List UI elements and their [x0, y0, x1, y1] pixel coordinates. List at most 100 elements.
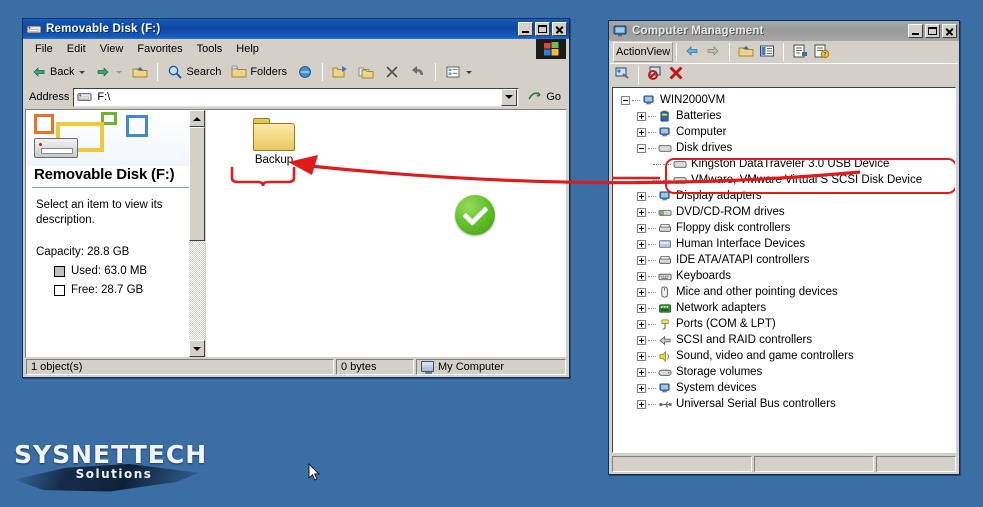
collapse-icon[interactable]	[637, 143, 646, 153]
free-swatch-icon	[54, 284, 65, 296]
cm-toolbar-secondary[interactable]	[610, 63, 958, 85]
cm-maximize-button[interactable]	[925, 24, 940, 38]
tree-node[interactable]: Human Interface Devices	[613, 236, 955, 252]
cm-up-one-level-button[interactable]	[738, 43, 754, 62]
scrollbar-thumb[interactable]	[189, 127, 205, 241]
cm-properties-icon[interactable]	[792, 43, 808, 62]
explorer-address-bar[interactable]: Address F:\ Go	[24, 85, 568, 109]
expand-icon[interactable]	[637, 207, 646, 217]
delete-button[interactable]	[380, 62, 404, 82]
list-item[interactable]: Backup	[236, 118, 312, 166]
explorer-maximize-button[interactable]	[535, 22, 550, 36]
tree-node[interactable]: IDE ATA/ATAPI controllers	[613, 252, 955, 268]
windows-flag-icon[interactable]	[536, 39, 566, 59]
expand-icon[interactable]	[637, 239, 646, 249]
expand-icon[interactable]	[637, 191, 646, 201]
up-button[interactable]	[128, 62, 152, 82]
tree-node[interactable]: Network adapters	[613, 300, 955, 316]
removable-disk-explorer-window[interactable]: Removable Disk (F:) File Edit View Favor…	[22, 18, 570, 378]
tree-node[interactable]: Storage volumes	[613, 364, 955, 380]
expand-icon[interactable]	[637, 351, 646, 361]
copy-to-button[interactable]	[354, 62, 378, 82]
expand-icon[interactable]	[637, 367, 646, 377]
collapse-icon[interactable]	[621, 95, 630, 105]
cm-forward-button[interactable]	[705, 43, 721, 62]
computer-management-titlebar[interactable]: Computer Management	[609, 21, 959, 41]
cm-menu-view[interactable]: View	[647, 46, 671, 58]
cm-menubar[interactable]: Action View ?	[610, 41, 958, 63]
expand-icon[interactable]	[637, 399, 646, 409]
uninstall-device-icon[interactable]	[647, 65, 663, 84]
back-button[interactable]: Back	[27, 62, 89, 82]
move-to-button[interactable]	[328, 62, 352, 82]
computer-management-window[interactable]: Computer Management Action View ? WIN200…	[608, 20, 960, 475]
scroll-down-button[interactable]	[189, 340, 205, 357]
undo-button[interactable]	[406, 62, 430, 82]
cm-toolbar[interactable]: ?	[680, 41, 833, 63]
file-list-pane[interactable]: Backup	[206, 110, 566, 357]
menu-tools[interactable]: Tools	[190, 41, 230, 57]
tree-node[interactable]: SCSI and RAID controllers	[613, 332, 955, 348]
views-dropdown-icon[interactable]	[466, 70, 473, 74]
explorer-minimize-button[interactable]	[518, 22, 533, 36]
forward-button[interactable]	[91, 62, 126, 82]
expand-icon[interactable]	[637, 303, 646, 313]
address-value[interactable]: F:\	[93, 91, 501, 103]
device-tree[interactable]: WIN2000VM Batteries Computer Disk drives Kin…	[612, 87, 956, 453]
expand-icon[interactable]	[637, 335, 646, 345]
tree-node[interactable]: System devices	[613, 380, 955, 396]
expand-icon[interactable]	[637, 255, 646, 265]
folders-button[interactable]: Folders	[227, 62, 291, 82]
back-dropdown-icon[interactable]	[79, 70, 86, 74]
cm-console-tree-icon[interactable]	[759, 43, 775, 62]
tree-node[interactable]: WIN2000VM	[613, 92, 955, 108]
tree-node[interactable]: Disk drives	[613, 140, 955, 156]
scan-hardware-icon[interactable]	[614, 65, 630, 84]
forward-dropdown-icon[interactable]	[116, 70, 123, 74]
expand-icon[interactable]	[637, 287, 646, 297]
tree-node[interactable]: Sound, video and game controllers	[613, 348, 955, 364]
task-pane-scrollbar[interactable]	[189, 110, 205, 357]
expand-icon[interactable]	[637, 319, 646, 329]
tree-connector	[648, 259, 656, 261]
explorer-titlebar[interactable]: Removable Disk (F:)	[23, 19, 569, 39]
tree-node[interactable]: Kingston DataTraveler 3.0 USB Device	[613, 156, 955, 172]
views-button[interactable]	[441, 62, 476, 82]
tree-node[interactable]: Floppy disk controllers	[613, 220, 955, 236]
menu-view[interactable]: View	[93, 41, 131, 57]
battery-icon	[658, 110, 673, 123]
go-button[interactable]: Go	[523, 89, 565, 105]
cm-back-button[interactable]	[684, 43, 700, 62]
cm-menu-action[interactable]: Action	[616, 46, 647, 58]
tree-node[interactable]: Universal Serial Bus controllers	[613, 396, 955, 412]
history-button[interactable]	[293, 62, 317, 82]
disable-device-icon[interactable]	[668, 65, 684, 84]
address-input[interactable]: F:\	[73, 87, 520, 107]
tree-node[interactable]: Keyboards	[613, 268, 955, 284]
tree-node[interactable]: VMware, VMware Virtual S SCSI Disk Devic…	[613, 172, 955, 188]
explorer-toolbar[interactable]: Back Search Folders	[24, 59, 568, 85]
tree-node[interactable]: Batteries	[613, 108, 955, 124]
menu-help[interactable]: Help	[229, 41, 266, 57]
search-button[interactable]: Search	[163, 62, 225, 82]
expand-icon[interactable]	[637, 383, 646, 393]
cm-close-button[interactable]	[942, 24, 957, 38]
tree-node[interactable]: Mice and other pointing devices	[613, 284, 955, 300]
tree-node[interactable]: DVD/CD-ROM drives	[613, 204, 955, 220]
expand-icon[interactable]	[637, 223, 646, 233]
menu-file[interactable]: File	[28, 41, 60, 57]
expand-icon[interactable]	[637, 111, 646, 121]
cm-help-icon[interactable]: ?	[813, 43, 830, 62]
tree-node[interactable]: Ports (COM & LPT)	[613, 316, 955, 332]
explorer-close-button[interactable]	[552, 22, 567, 36]
expand-icon[interactable]	[637, 127, 646, 137]
scroll-up-button[interactable]	[189, 110, 205, 127]
menu-favorites[interactable]: Favorites	[130, 41, 189, 57]
explorer-menubar[interactable]: File Edit View Favorites Tools Help	[24, 39, 568, 59]
tree-node[interactable]: Computer	[613, 124, 955, 140]
expand-icon[interactable]	[637, 271, 646, 281]
cm-minimize-button[interactable]	[908, 24, 923, 38]
menu-edit[interactable]: Edit	[60, 41, 93, 57]
tree-node[interactable]: Display adapters	[613, 188, 955, 204]
address-dropdown-button[interactable]	[501, 88, 518, 106]
